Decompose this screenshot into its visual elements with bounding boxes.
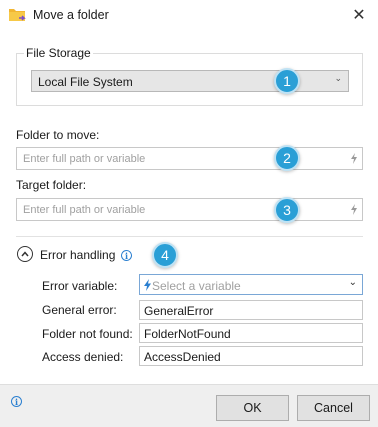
error-variable-select[interactable]: Select a variable ⌄ <box>139 274 363 295</box>
target-folder-input[interactable]: Enter full path or variable <box>16 198 363 221</box>
dialog-footer: i OK Cancel <box>0 384 378 427</box>
info-icon[interactable]: i <box>121 250 132 261</box>
error-handling-collapse-button[interactable] <box>17 246 33 262</box>
ok-button[interactable]: OK <box>216 395 289 421</box>
error-variable-placeholder: Select a variable <box>152 279 241 293</box>
access-denied-label: Access denied: <box>42 350 124 364</box>
close-button[interactable]: ✕ <box>346 3 372 27</box>
callout-badge-4: 4 <box>152 242 178 268</box>
info-icon[interactable]: i <box>11 396 22 407</box>
folder-to-move-input[interactable]: Enter full path or variable <box>16 147 363 170</box>
file-storage-select[interactable]: Local File System ⌄ <box>31 70 349 92</box>
file-storage-legend: File Storage <box>24 46 93 60</box>
folder-move-icon <box>9 9 26 21</box>
folder-not-found-label: Folder not found: <box>42 327 133 341</box>
chevron-down-icon: ⌄ <box>348 277 357 288</box>
folder-not-found-value: FolderNotFound <box>144 327 231 341</box>
general-error-value: GeneralError <box>144 304 214 318</box>
window-title: Move a folder <box>33 8 109 22</box>
callout-badge-3: 3 <box>274 197 300 223</box>
section-divider <box>16 236 363 237</box>
title-bar: Move a folder ✕ <box>0 0 378 31</box>
access-denied-input[interactable]: AccessDenied <box>139 346 363 366</box>
lightning-icon <box>144 279 151 291</box>
access-denied-value: AccessDenied <box>144 350 221 364</box>
variable-icon[interactable] <box>351 204 357 215</box>
folder-to-move-label: Folder to move: <box>16 128 100 142</box>
general-error-input[interactable]: GeneralError <box>139 300 363 320</box>
folder-not-found-input[interactable]: FolderNotFound <box>139 323 363 343</box>
target-folder-placeholder: Enter full path or variable <box>23 204 146 216</box>
file-storage-value: Local File System <box>38 75 133 89</box>
general-error-label: General error: <box>42 303 117 317</box>
cancel-button[interactable]: Cancel <box>297 395 370 421</box>
folder-to-move-placeholder: Enter full path or variable <box>23 153 146 165</box>
callout-badge-2: 2 <box>274 145 300 171</box>
callout-badge-1: 1 <box>274 68 300 94</box>
variable-icon[interactable] <box>351 153 357 164</box>
target-folder-label: Target folder: <box>16 178 87 192</box>
error-variable-label: Error variable: <box>42 279 118 293</box>
file-storage-group: File Storage Local File System ⌄ <box>16 46 363 106</box>
chevron-up-icon <box>21 251 29 257</box>
close-icon: ✕ <box>352 7 366 24</box>
error-handling-title: Error handling <box>40 248 116 262</box>
chevron-down-icon: ⌄ <box>334 73 342 83</box>
